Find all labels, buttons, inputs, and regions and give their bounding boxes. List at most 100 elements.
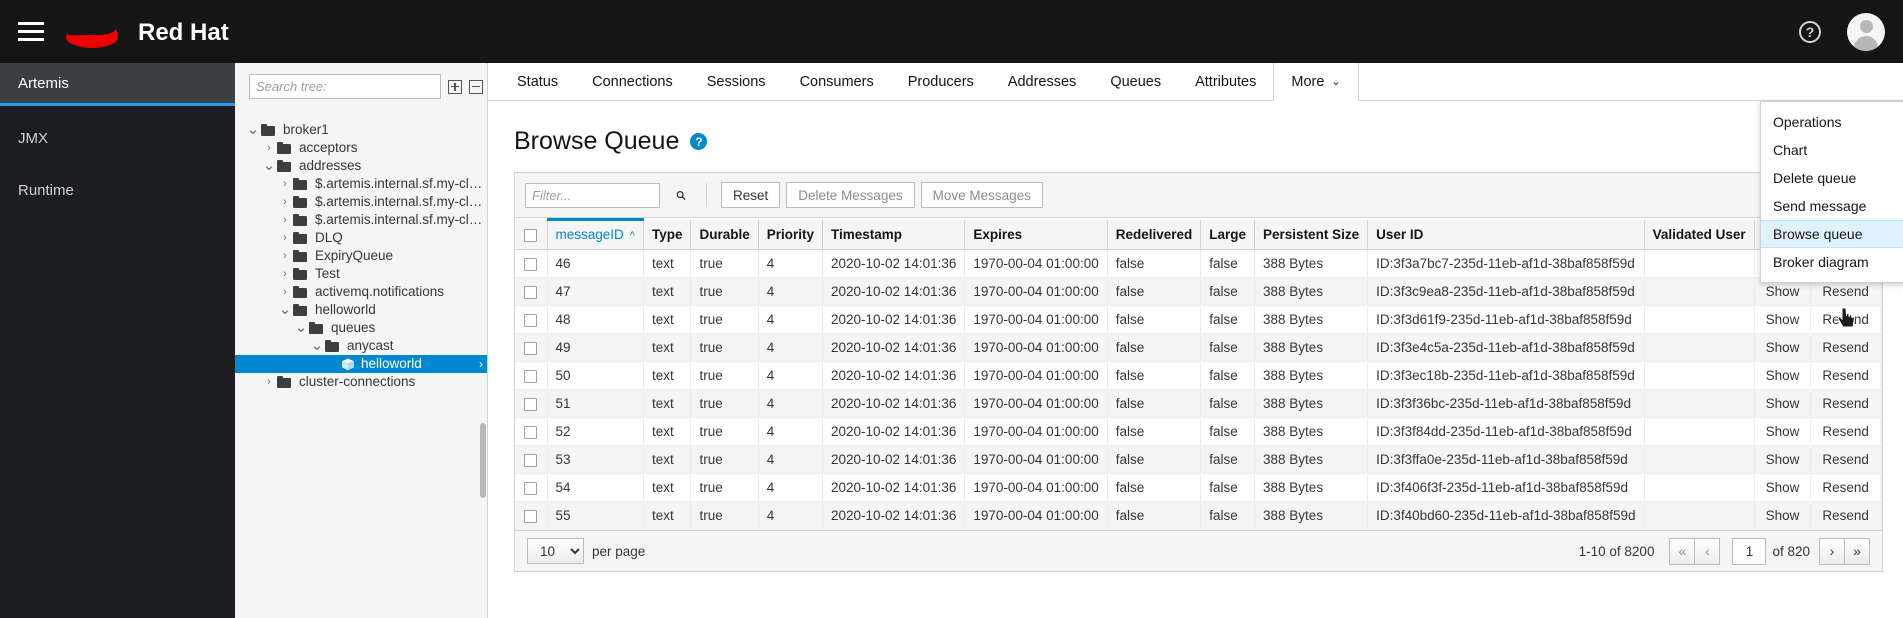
move-messages-button[interactable]: Move Messages [920,182,1043,208]
tab-attributes[interactable]: Attributes [1178,63,1273,100]
resend-button[interactable]: Resend [1811,364,1881,387]
table-row[interactable]: 46 text true 4 2020-10-02 14:01:36 1970-00-04… [515,249,1883,278]
table-row[interactable]: 55 text true 4 2020-10-02 14:01:36 1970-00-04… [515,501,1883,530]
tab-queues[interactable]: Queues [1093,63,1178,100]
column-header-expires[interactable]: Expires [964,219,1108,250]
tree-node[interactable]: ⌄ addresses [235,157,487,175]
row-checkbox[interactable] [524,313,538,327]
row-checkbox[interactable] [524,397,538,411]
tree-node[interactable]: › DLQ [235,229,487,247]
menu-item-operations[interactable]: Operations [1761,108,1903,136]
table-row[interactable]: 48 text true 4 2020-10-02 14:01:36 1970-00-04… [515,305,1883,334]
row-checkbox[interactable] [524,425,538,439]
column-header-type[interactable]: Type [643,219,692,250]
help-icon[interactable]: ? [1799,20,1821,43]
menu-item-broker-diagram[interactable]: Broker diagram [1761,248,1903,276]
resend-button[interactable]: Resend [1811,336,1881,359]
chevron-right-icon[interactable]: › [277,247,293,265]
brand-logo[interactable]: Red Hat [66,11,246,53]
chevron-right-icon[interactable]: › [261,139,277,157]
page-number-input[interactable] [1732,537,1767,565]
column-header-timestamp[interactable]: Timestamp [822,219,966,250]
resend-button[interactable]: Resend [1811,308,1881,331]
table-row[interactable]: 49 text true 4 2020-10-02 14:01:36 1970-00-04… [515,333,1883,362]
tree-node[interactable]: › activemq.notifications [235,283,487,301]
tree-node[interactable]: › Test [235,265,487,283]
chevron-down-icon[interactable]: ⌄ [293,320,309,335]
resend-button[interactable]: Resend [1811,420,1881,443]
collapse-all-icon[interactable] [469,79,483,94]
page-help-icon[interactable]: ? [690,133,708,150]
column-header-redelivered[interactable]: Redelivered [1107,219,1202,250]
reset-button[interactable]: Reset [721,182,781,208]
sidebar-item-jmx[interactable]: JMX [0,118,235,158]
show-button[interactable]: Show [1755,336,1812,359]
last-page-button[interactable]: » [1844,537,1870,565]
resend-button[interactable]: Resend [1811,280,1881,303]
menu-item-delete-queue[interactable]: Delete queue [1761,164,1903,192]
row-checkbox[interactable] [524,285,538,299]
expand-all-icon[interactable] [448,79,462,94]
resend-button[interactable]: Resend [1811,448,1881,471]
column-header-large[interactable]: Large [1200,219,1256,250]
row-checkbox[interactable] [524,369,538,383]
user-avatar-icon[interactable] [1847,12,1885,51]
tree-node[interactable]: › $.artemis.internal.sf.my-clust... [235,193,487,211]
select-all-checkbox[interactable] [524,228,538,242]
tab-more[interactable]: More ⌄ [1273,63,1359,101]
tree-node[interactable]: › cluster-connections [235,373,487,391]
chevron-right-icon[interactable]: › [277,175,293,193]
chevron-down-icon[interactable]: ⌄ [277,302,293,317]
column-header-priority[interactable]: Priority [758,219,824,250]
hamburger-icon[interactable] [0,0,62,63]
table-row[interactable]: 50 text true 4 2020-10-02 14:01:36 1970-00-04… [515,361,1883,390]
table-row[interactable]: 53 text true 4 2020-10-02 14:01:36 1970-00-04… [515,445,1883,474]
prev-page-button[interactable]: ‹ [1694,537,1721,565]
tab-status[interactable]: Status [500,63,575,100]
delete-messages-button[interactable]: Delete Messages [786,182,915,208]
column-header-durable[interactable]: Durable [690,219,759,250]
column-header-messageid[interactable]: messageID ^ [547,218,644,250]
show-button[interactable]: Show [1755,448,1812,471]
tree-node[interactable]: ⌄ broker1 [235,121,487,139]
show-button[interactable]: Show [1755,420,1812,443]
tree-node[interactable]: › acceptors [235,139,487,157]
chevron-right-icon[interactable]: › [261,373,277,391]
table-row[interactable]: 47 text true 4 2020-10-02 14:01:36 1970-00-04… [515,277,1883,306]
sidebar-item-runtime[interactable]: Runtime [0,170,235,210]
table-row[interactable]: 52 text true 4 2020-10-02 14:01:36 1970-00-04… [515,417,1883,446]
next-page-button[interactable]: › [1819,537,1845,565]
chevron-right-icon[interactable]: › [277,193,293,211]
row-checkbox[interactable] [524,509,538,523]
tab-addresses[interactable]: Addresses [991,63,1094,100]
chevron-down-icon[interactable]: ⌄ [245,122,261,137]
table-row[interactable]: 54 text true 4 2020-10-02 14:01:36 1970-00-04… [515,473,1883,502]
filter-input[interactable] [525,182,660,208]
tree-node[interactable]: helloworld › [235,355,487,373]
column-header-persistent-size[interactable]: Persistent Size [1254,219,1369,250]
first-page-button[interactable]: « [1669,537,1696,565]
column-header-validated-user[interactable]: Validated User [1644,219,1755,250]
chevron-down-icon[interactable]: ⌄ [309,338,325,353]
tree-scrollbar[interactable] [480,423,486,498]
show-button[interactable]: Show [1755,280,1812,303]
show-button[interactable]: Show [1755,308,1812,331]
chevron-right-icon[interactable]: › [471,355,483,373]
row-checkbox[interactable] [524,341,538,355]
row-checkbox[interactable] [524,481,538,495]
tree-node[interactable]: › $.artemis.internal.sf.my-clust... [235,175,487,193]
search-icon[interactable] [670,184,692,206]
table-row[interactable]: 51 text true 4 2020-10-02 14:01:36 1970-00-04… [515,389,1883,418]
resend-button[interactable]: Resend [1811,476,1881,499]
chevron-right-icon[interactable]: › [277,211,293,229]
tab-connections[interactable]: Connections [575,63,690,100]
tab-sessions[interactable]: Sessions [690,63,783,100]
menu-item-send-message[interactable]: Send message [1761,192,1903,220]
per-page-select[interactable]: 5102550100 [527,538,584,564]
show-button[interactable]: Show [1755,476,1812,499]
sidebar-item-artemis[interactable]: Artemis [0,63,235,106]
show-button[interactable]: Show [1755,504,1812,527]
row-checkbox[interactable] [524,257,538,271]
tree-node[interactable]: ⌄ anycast [235,337,487,355]
row-checkbox[interactable] [524,453,538,467]
